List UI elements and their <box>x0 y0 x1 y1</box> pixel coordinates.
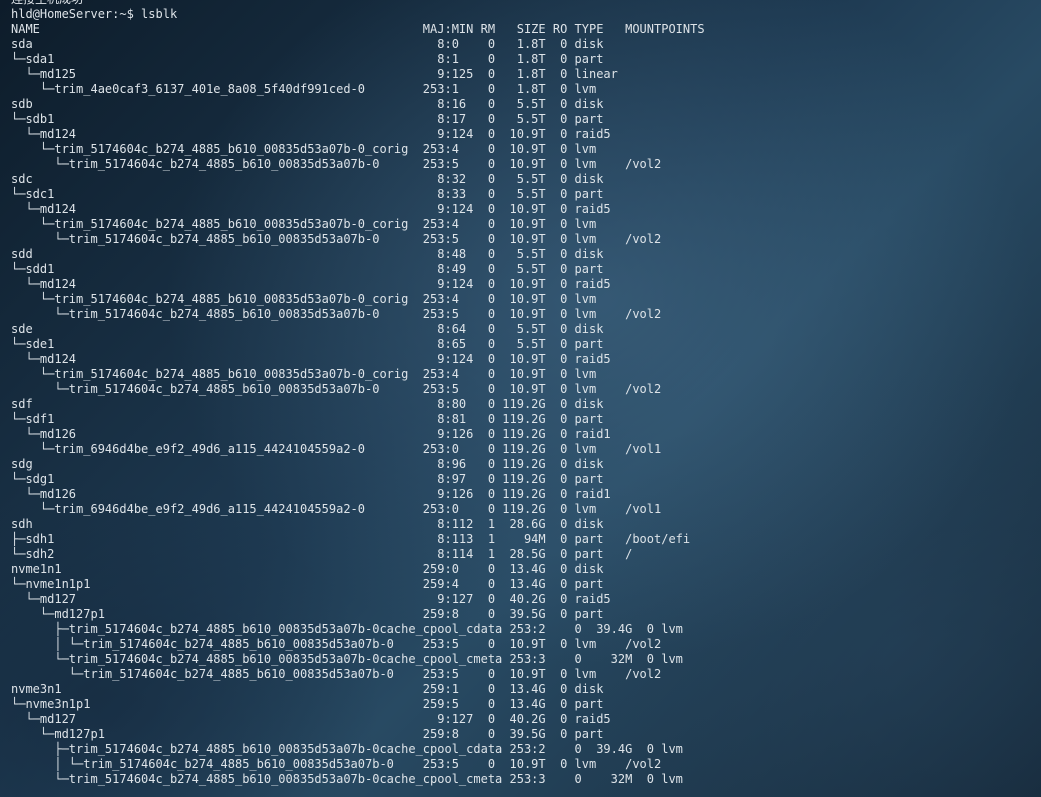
terminal-line: hld@HomeServer:~$ lsblk <box>11 7 178 21</box>
terminal-line: └─trim_5174604c_b274_4885_b610_00835d53a… <box>11 157 662 171</box>
terminal-window[interactable]: 连接主机成功hld@HomeServer:~$ lsblkNAME MAJ:MI… <box>0 0 1041 797</box>
terminal-line: └─trim_5174604c_b274_4885_b610_00835d53a… <box>11 652 683 666</box>
terminal-line: └─trim_5174604c_b274_4885_b610_00835d53a… <box>11 667 662 681</box>
terminal-line: └─md124 9:124 0 10.9T 0 raid5 <box>11 277 611 291</box>
terminal-output: 连接主机成功hld@HomeServer:~$ lsblkNAME MAJ:MI… <box>11 0 705 787</box>
terminal-line: └─md127 9:127 0 40.2G 0 raid5 <box>11 712 611 726</box>
terminal-line: ├─trim_5174604c_b274_4885_b610_00835d53a… <box>11 622 683 636</box>
terminal-line: └─sde1 8:65 0 5.5T 0 part <box>11 337 604 351</box>
terminal-line: └─trim_6946d4be_e9f2_49d6_a115_442410455… <box>11 502 662 516</box>
terminal-line: sdg 8:96 0 119.2G 0 disk <box>11 457 604 471</box>
terminal-line: └─sda1 8:1 0 1.8T 0 part <box>11 52 604 66</box>
terminal-line: └─md127p1 259:8 0 39.5G 0 part <box>11 607 604 621</box>
terminal-line: └─md125 9:125 0 1.8T 0 linear <box>11 67 618 81</box>
terminal-line: └─trim_6946d4be_e9f2_49d6_a115_442410455… <box>11 442 662 456</box>
terminal-line: └─md126 9:126 0 119.2G 0 raid1 <box>11 427 611 441</box>
terminal-line: sdb 8:16 0 5.5T 0 disk <box>11 97 604 111</box>
terminal-line: └─trim_5174604c_b274_4885_b610_00835d53a… <box>11 217 597 231</box>
terminal-line: └─trim_5174604c_b274_4885_b610_00835d53a… <box>11 232 662 246</box>
terminal-line: └─sdh2 8:114 1 28.5G 0 part / <box>11 547 633 561</box>
terminal-line: └─trim_5174604c_b274_4885_b610_00835d53a… <box>11 142 597 156</box>
terminal-line: └─nvme1n1p1 259:4 0 13.4G 0 part <box>11 577 604 591</box>
terminal-line: └─trim_5174604c_b274_4885_b610_00835d53a… <box>11 292 597 306</box>
terminal-line: └─trim_5174604c_b274_4885_b610_00835d53a… <box>11 307 662 321</box>
terminal-line: sdh 8:112 1 28.6G 0 disk <box>11 517 604 531</box>
terminal-line: └─md124 9:124 0 10.9T 0 raid5 <box>11 202 611 216</box>
terminal-line: └─sdb1 8:17 0 5.5T 0 part <box>11 112 604 126</box>
terminal-line: sdc 8:32 0 5.5T 0 disk <box>11 172 604 186</box>
terminal-line: ├─sdh1 8:113 1 94M 0 part /boot/efi <box>11 532 691 546</box>
terminal-line: sda 8:0 0 1.8T 0 disk <box>11 37 604 51</box>
terminal-line: └─md124 9:124 0 10.9T 0 raid5 <box>11 127 611 141</box>
terminal-line: NAME MAJ:MIN RM SIZE RO TYPE MOUNTPOINTS <box>11 22 705 36</box>
terminal-line: ├─trim_5174604c_b274_4885_b610_00835d53a… <box>11 742 683 756</box>
terminal-line: sdf 8:80 0 119.2G 0 disk <box>11 397 604 411</box>
terminal-line: └─md126 9:126 0 119.2G 0 raid1 <box>11 487 611 501</box>
terminal-line: │ └─trim_5174604c_b274_4885_b610_00835d5… <box>11 757 662 771</box>
terminal-line: nvme1n1 259:0 0 13.4G 0 disk <box>11 562 604 576</box>
terminal-line: └─sdc1 8:33 0 5.5T 0 part <box>11 187 604 201</box>
terminal-line: └─trim_4ae0caf3_6137_401e_8a08_5f40df991… <box>11 82 597 96</box>
terminal-line: └─trim_5174604c_b274_4885_b610_00835d53a… <box>11 772 683 786</box>
terminal-line: 连接主机成功 <box>11 0 705 7</box>
terminal-line: │ └─trim_5174604c_b274_4885_b610_00835d5… <box>11 637 662 651</box>
terminal-line: └─md127 9:127 0 40.2G 0 raid5 <box>11 592 611 606</box>
terminal-line: nvme3n1 259:1 0 13.4G 0 disk <box>11 682 604 696</box>
terminal-line: └─trim_5174604c_b274_4885_b610_00835d53a… <box>11 382 662 396</box>
terminal-line: └─sdd1 8:49 0 5.5T 0 part <box>11 262 604 276</box>
terminal-line: sde 8:64 0 5.5T 0 disk <box>11 322 604 336</box>
terminal-line: sdd 8:48 0 5.5T 0 disk <box>11 247 604 261</box>
terminal-line: └─trim_5174604c_b274_4885_b610_00835d53a… <box>11 367 597 381</box>
terminal-line: └─md127p1 259:8 0 39.5G 0 part <box>11 727 604 741</box>
terminal-line: └─sdf1 8:81 0 119.2G 0 part <box>11 412 604 426</box>
terminal-line: └─md124 9:124 0 10.9T 0 raid5 <box>11 352 611 366</box>
terminal-line: └─sdg1 8:97 0 119.2G 0 part <box>11 472 604 486</box>
terminal-line: └─nvme3n1p1 259:5 0 13.4G 0 part <box>11 697 604 711</box>
